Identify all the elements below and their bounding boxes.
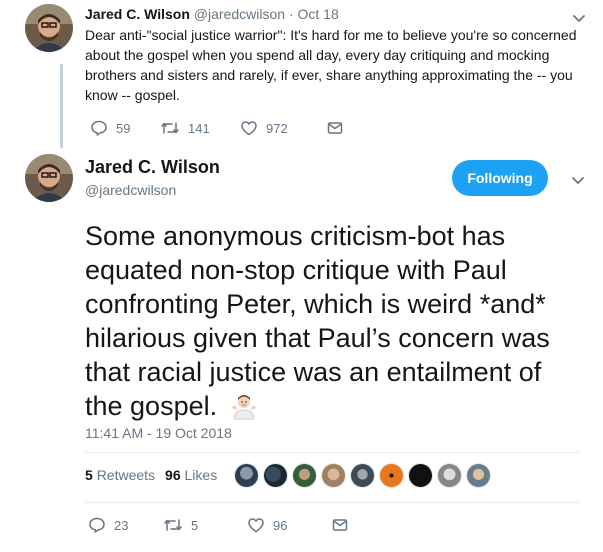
retweets-stat[interactable]: 5 Retweets: [85, 467, 155, 483]
liker-avatars: [234, 463, 495, 488]
username[interactable]: @jaredcwilson: [85, 182, 176, 198]
liker-avatar[interactable]: [408, 463, 433, 488]
like-icon: [240, 119, 258, 137]
retweet-icon: [160, 119, 180, 137]
separator: ·: [288, 6, 294, 22]
reply-icon: [88, 516, 106, 534]
retweet-button[interactable]: 141: [160, 118, 240, 138]
divider: [85, 502, 580, 503]
tweet-text: Some anonymous criticism-bot has equated…: [85, 219, 585, 423]
like-icon: [247, 516, 265, 534]
liker-avatar[interactable]: [234, 463, 259, 488]
like-count: 96: [273, 517, 288, 533]
liker-avatar[interactable]: [379, 463, 404, 488]
reply-button[interactable]: 23: [88, 515, 163, 535]
retweets-stat-count: 5: [85, 467, 93, 483]
tweet-header: Jared C. Wilson @jaredcwilson · Oct 18: [85, 6, 339, 22]
chevron-down-icon[interactable]: [570, 172, 586, 188]
message-icon: [331, 516, 349, 534]
display-name[interactable]: Jared C. Wilson: [85, 157, 220, 178]
liker-avatar[interactable]: [263, 463, 288, 488]
liker-avatar[interactable]: [292, 463, 317, 488]
engagement-stats: 5 Retweets 96 Likes: [85, 467, 227, 483]
message-button[interactable]: [326, 118, 344, 138]
thread-connector-line: [60, 64, 63, 148]
liker-avatar[interactable]: [437, 463, 462, 488]
like-button[interactable]: 972: [240, 118, 326, 138]
tweet-actions: 23 5 96: [88, 515, 349, 535]
likes-stat-label: Likes: [184, 467, 218, 483]
display-name[interactable]: Jared C. Wilson: [85, 6, 190, 22]
retweet-count: 5: [191, 517, 199, 533]
avatar[interactable]: [25, 154, 73, 202]
retweet-button[interactable]: 5: [163, 515, 247, 535]
username[interactable]: @jaredcwilson: [194, 6, 285, 22]
chevron-down-icon[interactable]: [571, 10, 587, 26]
reply-button[interactable]: 59: [90, 118, 160, 138]
tweet-actions: 59 141 972: [90, 118, 344, 138]
retweet-count: 141: [188, 120, 210, 136]
man-shrugging-emoji: [229, 391, 259, 421]
reply-icon: [90, 119, 108, 137]
tweet-timestamp[interactable]: 11:41 AM - 19 Oct 2018: [85, 425, 232, 441]
divider: [85, 452, 580, 453]
likes-stat-count: 96: [165, 467, 181, 483]
liker-avatar[interactable]: [350, 463, 375, 488]
liker-avatar[interactable]: [321, 463, 346, 488]
tweet-text-body: Some anonymous criticism-bot has equated…: [85, 221, 550, 421]
following-button[interactable]: Following: [452, 160, 548, 196]
retweets-stat-label: Retweets: [96, 467, 156, 483]
tweet-text: Dear anti-"social justice warrior": It's…: [85, 27, 577, 103]
like-count: 972: [266, 120, 288, 136]
avatar[interactable]: [25, 4, 73, 52]
liker-avatar[interactable]: [466, 463, 491, 488]
message-icon: [326, 119, 344, 137]
likes-stat[interactable]: 96 Likes: [165, 467, 217, 483]
message-button[interactable]: [331, 515, 349, 535]
reply-count: 23: [114, 517, 129, 533]
like-button[interactable]: 96: [247, 515, 331, 535]
reply-count: 59: [116, 120, 131, 136]
tweet-date[interactable]: Oct 18: [298, 6, 339, 22]
retweet-icon: [163, 516, 183, 534]
